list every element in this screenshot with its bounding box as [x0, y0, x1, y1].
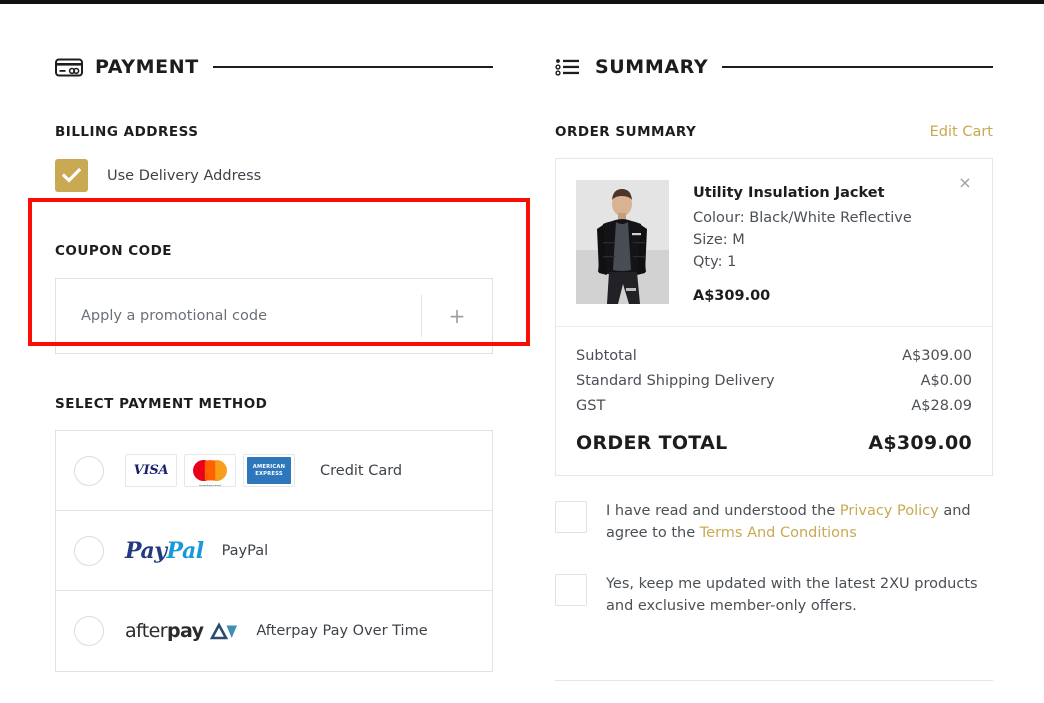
- paypal-logo: PayPal: [125, 537, 204, 564]
- check-icon: [62, 168, 81, 183]
- radio-paypal[interactable]: [74, 535, 104, 566]
- summary-header-rule: [722, 66, 993, 68]
- gst-label: GST: [576, 398, 606, 414]
- subtotal-value: A$309.00: [902, 348, 972, 364]
- mastercard-logo: mastercard: [184, 454, 236, 487]
- payment-header-rule: [212, 66, 493, 68]
- summary-section-header: SUMMARY: [555, 52, 993, 82]
- terms-and-conditions-link[interactable]: Terms And Conditions: [700, 525, 857, 541]
- product-size: Size: M: [693, 232, 745, 248]
- credit-card-logos: VISA mastercard AMERICAN EXPRESS: [125, 454, 302, 487]
- product-details: Utility Insulation Jacket Colour: Black/…: [693, 180, 912, 304]
- payment-column: PAYMENT BILLING ADDRESS Use Delivery Add…: [28, 4, 530, 672]
- total-line-gst: GST A$28.09: [576, 394, 972, 419]
- gst-value: A$28.09: [911, 398, 972, 414]
- order-line-item: Utility Insulation Jacket Colour: Black/…: [556, 159, 992, 327]
- order-total-value: A$309.00: [868, 432, 972, 454]
- terms-consent-text: I have read and understood the Privacy P…: [606, 500, 993, 544]
- summary-section-title: SUMMARY: [595, 56, 709, 78]
- credit-card-icon: [55, 56, 85, 78]
- coupon-input-wrapper: +: [55, 278, 493, 354]
- payment-method-label-afterpay: Afterpay Pay Over Time: [256, 623, 428, 639]
- use-delivery-address-checkbox[interactable]: [55, 159, 88, 192]
- marketing-checkbox[interactable]: [555, 574, 587, 606]
- total-line-shipping: Standard Shipping Delivery A$0.00: [576, 369, 972, 394]
- summary-bottom-divider: [555, 680, 993, 681]
- coupon-code-section: COUPON CODE +: [55, 243, 493, 354]
- remove-item-close-icon[interactable]: ×: [955, 173, 975, 193]
- product-price: A$309.00: [693, 288, 771, 304]
- marketing-consent-text: Yes, keep me updated with the latest 2XU…: [606, 576, 978, 614]
- total-line-order-total: ORDER TOTAL A$309.00: [576, 431, 972, 456]
- product-colour: Colour: Black/White Reflective: [693, 210, 912, 226]
- payment-section-title: PAYMENT: [95, 56, 199, 78]
- consent-marketing-row[interactable]: Yes, keep me updated with the latest 2XU…: [555, 573, 993, 617]
- summary-column: SUMMARY ORDER SUMMARY Edit Cart Utility …: [555, 4, 993, 681]
- product-name: Utility Insulation Jacket: [693, 185, 885, 201]
- apply-coupon-button[interactable]: +: [422, 279, 492, 353]
- payment-method-paypal[interactable]: PayPal PayPal: [56, 511, 492, 591]
- shipping-value: A$0.00: [920, 373, 972, 389]
- consent-checkbox-group: I have read and understood the Privacy P…: [555, 500, 993, 617]
- afterpay-logo: after pay: [125, 620, 238, 642]
- terms-checkbox[interactable]: [555, 501, 587, 533]
- order-summary-header: ORDER SUMMARY Edit Cart: [555, 124, 993, 140]
- product-qty: Qty: 1: [693, 254, 737, 270]
- use-delivery-address-label: Use Delivery Address: [107, 167, 262, 184]
- use-delivery-address-row[interactable]: Use Delivery Address: [55, 159, 493, 192]
- order-summary-heading: ORDER SUMMARY: [555, 124, 697, 140]
- coupon-code-input[interactable]: [56, 279, 421, 353]
- billing-address-heading: BILLING ADDRESS: [55, 124, 199, 140]
- privacy-policy-link[interactable]: Privacy Policy: [840, 503, 939, 519]
- payment-method-label-credit-card: Credit Card: [320, 462, 403, 479]
- visa-logo: VISA: [125, 454, 177, 487]
- subtotal-label: Subtotal: [576, 348, 637, 364]
- order-totals: Subtotal A$309.00 Standard Shipping Deli…: [556, 327, 992, 475]
- total-line-subtotal: Subtotal A$309.00: [576, 344, 972, 369]
- radio-credit-card[interactable]: [74, 455, 104, 486]
- radio-afterpay[interactable]: [74, 616, 104, 646]
- coupon-code-heading: COUPON CODE: [55, 243, 173, 259]
- payment-method-afterpay[interactable]: after pay Afterpay Pay Over Time: [56, 591, 492, 671]
- checkout-page: PAYMENT BILLING ADDRESS Use Delivery Add…: [0, 4, 1044, 703]
- edit-cart-link[interactable]: Edit Cart: [930, 124, 993, 140]
- terms-text-a: I have read and understood the: [606, 503, 840, 519]
- list-icon: [555, 56, 585, 78]
- shipping-label: Standard Shipping Delivery: [576, 373, 775, 389]
- payment-section-header: PAYMENT: [55, 52, 493, 82]
- consent-terms-row[interactable]: I have read and understood the Privacy P…: [555, 500, 993, 544]
- payment-method-list: VISA mastercard AMERICAN EXPRESS Credit C…: [55, 430, 493, 672]
- payment-method-label-paypal: PayPal: [221, 542, 269, 559]
- product-thumbnail: [576, 180, 669, 304]
- order-summary-card: Utility Insulation Jacket Colour: Black/…: [555, 158, 993, 476]
- amex-logo: AMERICAN EXPRESS: [243, 454, 295, 487]
- select-payment-method-heading: SELECT PAYMENT METHOD: [55, 396, 268, 412]
- payment-method-credit-card[interactable]: VISA mastercard AMERICAN EXPRESS Credit C…: [56, 431, 492, 511]
- order-total-label: ORDER TOTAL: [576, 432, 728, 454]
